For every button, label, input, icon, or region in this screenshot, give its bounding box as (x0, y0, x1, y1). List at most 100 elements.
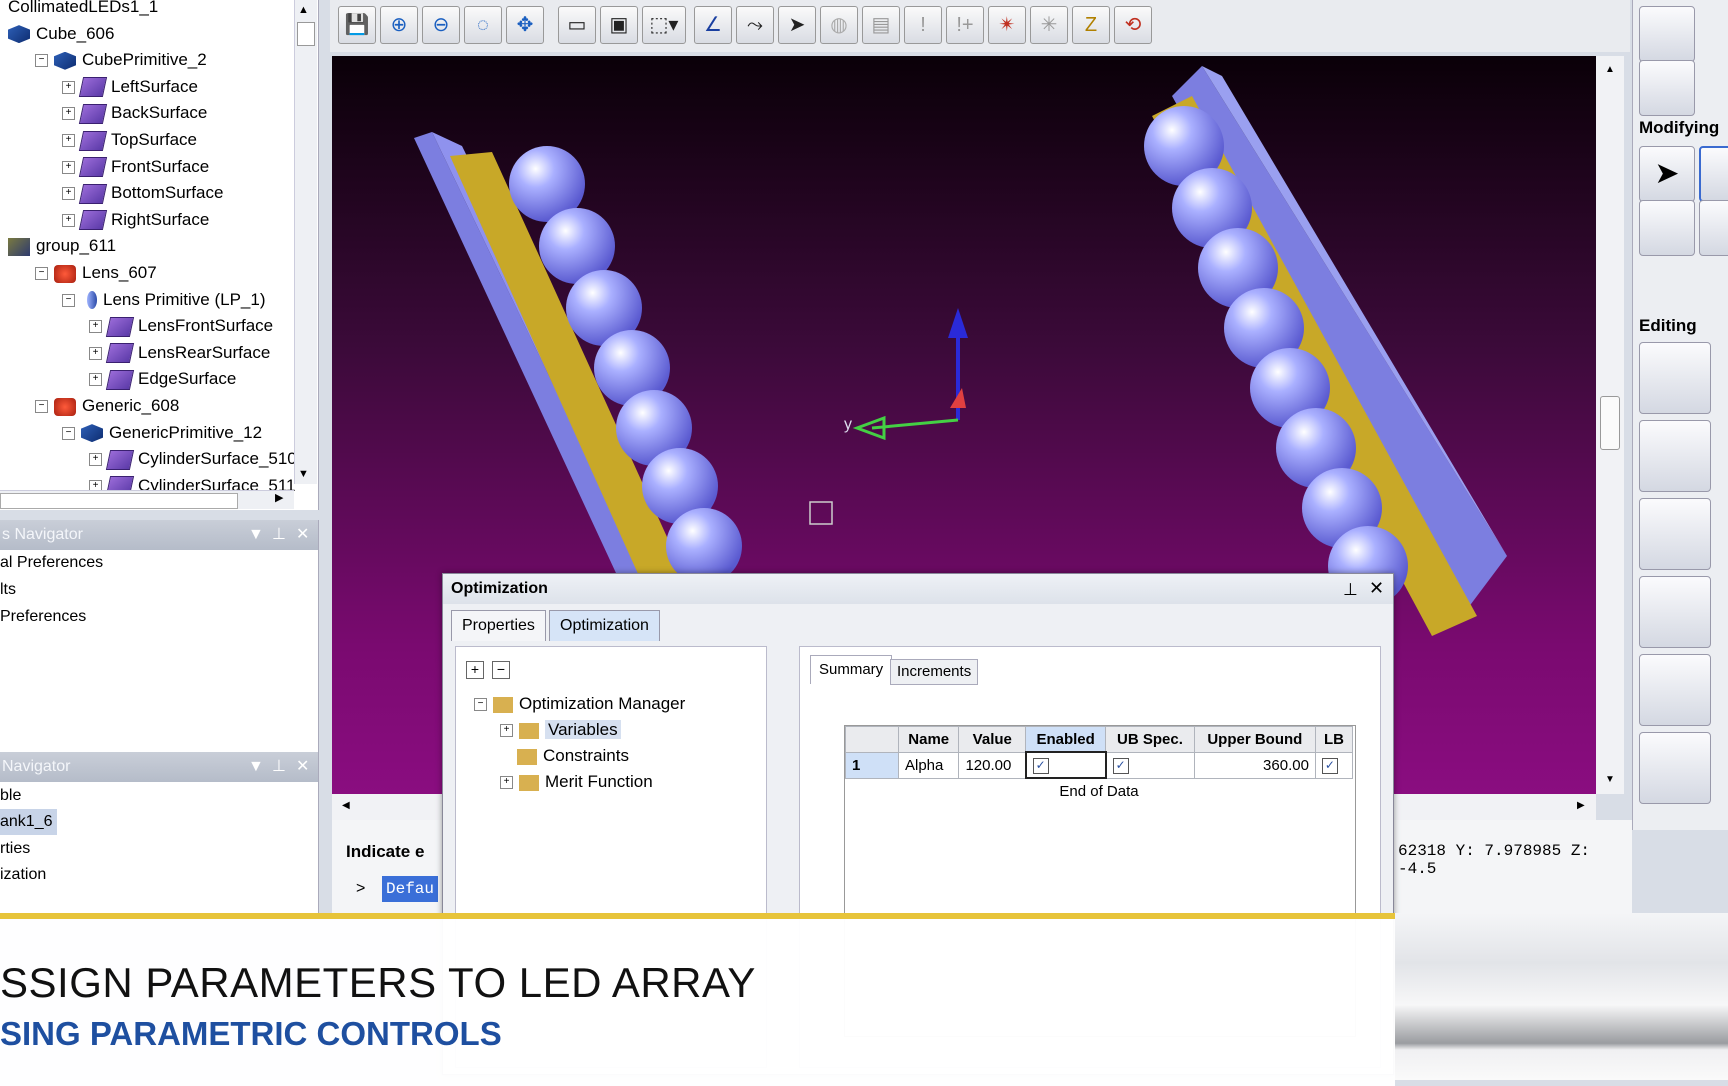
expand-icon[interactable]: + (62, 107, 75, 121)
cell-value[interactable]: 120.00 (958, 751, 1027, 779)
col-ub-spec-header[interactable]: UB Spec. (1105, 726, 1195, 753)
lens-tool-icon[interactable] (1639, 6, 1695, 62)
nav-item-selected[interactable]: ank1_6 (0, 809, 57, 835)
tree-item[interactable]: Cube_606 (8, 21, 114, 47)
tree-item[interactable]: + FrontSurface (62, 154, 209, 180)
pin-icon[interactable]: ⊥ (272, 752, 286, 782)
scroll-right-icon[interactable]: ▶ (275, 491, 283, 504)
merit-function-node[interactable]: + Merit Function (500, 769, 653, 795)
view-cube-dropdown-icon[interactable]: ⬚▾ (642, 6, 686, 44)
tree-item[interactable]: + RightSurface (62, 207, 209, 233)
tree-item[interactable]: − Lens_607 (35, 260, 157, 286)
pin-icon[interactable]: ⊥ (272, 520, 286, 550)
dropdown-icon[interactable]: ▼ (248, 520, 264, 550)
command-input[interactable]: Defau (382, 876, 439, 902)
collapse-icon[interactable]: − (35, 400, 48, 414)
tree-item[interactable]: − Lens Primitive (LP_1) (62, 287, 266, 313)
lb-checkbox[interactable]: ✓ (1321, 758, 1338, 774)
edit-tilt-icon[interactable] (1639, 576, 1711, 648)
save-icon[interactable]: 💾 (338, 6, 376, 44)
row-index[interactable]: 1 (845, 751, 899, 779)
ub-spec-checkbox[interactable]: ✓ (1112, 758, 1129, 774)
tree-item[interactable]: group_611 (8, 233, 116, 259)
scroll-thumb[interactable] (297, 22, 315, 46)
starburst-icon[interactable]: ✳ (1030, 6, 1068, 44)
pin-icon[interactable]: ⊥ (1343, 580, 1358, 600)
tab-optimization[interactable]: Optimization (549, 610, 660, 641)
expand-icon[interactable]: + (89, 373, 102, 387)
collapse-all-button[interactable]: − (492, 661, 510, 679)
select-arrow-icon[interactable]: ➤ (778, 6, 816, 44)
files-nav-item[interactable]: lts (0, 577, 16, 603)
lens-shape-icon[interactable] (1699, 200, 1728, 256)
expand-icon[interactable]: + (500, 724, 513, 738)
binoculars-tool-icon[interactable] (1639, 60, 1695, 116)
col-value-header[interactable]: Value (958, 726, 1027, 753)
constraints-node[interactable]: Constraints (517, 743, 629, 769)
collapse-icon[interactable]: − (62, 293, 75, 307)
scroll-thumb[interactable] (1600, 396, 1620, 450)
alert-icon[interactable]: ! (904, 6, 942, 44)
ray-burst-icon[interactable]: ✴ (988, 6, 1026, 44)
cell-ub-spec[interactable]: ✓ (1105, 751, 1195, 779)
view-4-icon[interactable]: ▣ (600, 6, 638, 44)
zoom-window-icon[interactable]: ◌ (464, 6, 502, 44)
edit-lens-icon[interactable] (1639, 342, 1711, 414)
nav-item[interactable]: ization (0, 862, 46, 888)
tree-item[interactable]: + BackSurface (62, 100, 207, 126)
enabled-checkbox[interactable]: ✓ (1032, 758, 1049, 774)
collapse-icon[interactable]: − (62, 426, 75, 440)
zoom-out-icon[interactable]: ⊖ (422, 6, 460, 44)
tree-item[interactable]: + LensRearSurface (89, 340, 270, 366)
close-icon[interactable]: ✕ (1369, 578, 1384, 599)
cell-name[interactable]: Alpha (897, 751, 960, 779)
zoom-in-icon[interactable]: ⊕ (380, 6, 418, 44)
col-enabled-header[interactable]: Enabled (1025, 726, 1107, 753)
tree-item[interactable]: CollimatedLEDs1_1 (8, 0, 158, 20)
rotate-icon[interactable]: ⟲ (1114, 6, 1152, 44)
close-icon[interactable]: ✕ (296, 752, 309, 782)
alert-plus-icon[interactable]: !+ (946, 6, 984, 44)
viewport-vertical-scrollbar[interactable]: ▲ ▼ (1596, 56, 1624, 794)
tree-vertical-scrollbar[interactable]: ▲ ▼ (294, 0, 317, 484)
close-icon[interactable]: ✕ (296, 520, 309, 550)
edit-lens-2-icon[interactable] (1639, 420, 1711, 492)
subtab-summary[interactable]: Summary (810, 655, 893, 684)
primitives-icon[interactable] (1639, 200, 1695, 256)
select-arrow-icon[interactable]: ➤ (1639, 146, 1695, 202)
cell-upper-bound[interactable]: 360.00 (1193, 751, 1316, 779)
tree-item[interactable]: − GenericPrimitive_12 (62, 420, 262, 446)
expand-icon[interactable]: + (62, 187, 75, 201)
cell-enabled[interactable]: ✓ (1024, 751, 1107, 779)
scroll-right-icon[interactable]: ▶ (1577, 800, 1585, 811)
ray-trace-icon[interactable]: ⤳ (736, 6, 774, 44)
tree-horizontal-scrollbar[interactable]: ▶ (0, 490, 294, 509)
tree-item[interactable]: + LeftSurface (62, 74, 198, 100)
collapse-icon[interactable]: − (474, 698, 487, 712)
files-nav-item[interactable]: al Preferences (0, 550, 103, 576)
table-row[interactable]: 1 Alpha 120.00 ✓ ✓ 360.00 ✓ (845, 751, 1354, 779)
expand-icon[interactable]: + (62, 213, 75, 227)
files-nav-item[interactable]: Preferences (0, 604, 86, 630)
scroll-up-icon[interactable]: ▲ (298, 4, 309, 16)
collapse-icon[interactable]: − (35, 54, 48, 68)
nav-item[interactable]: rties (0, 836, 30, 862)
tab-properties[interactable]: Properties (451, 610, 546, 641)
expand-icon[interactable]: + (89, 453, 102, 467)
tree-item[interactable]: − Generic_608 (35, 393, 179, 419)
expand-icon[interactable]: + (62, 80, 75, 94)
zoom-fit-icon[interactable]: ✥ (506, 6, 544, 44)
col-lb-header[interactable]: LB (1314, 726, 1354, 753)
h-scroll-thumb[interactable] (0, 493, 238, 509)
expand-icon[interactable]: + (89, 320, 102, 334)
expand-icon[interactable]: + (62, 160, 75, 174)
tree-item[interactable]: + LensFrontSurface (89, 313, 273, 339)
tree-item[interactable]: − CubePrimitive_2 (35, 47, 207, 73)
variables-node[interactable]: + Variables (500, 717, 621, 743)
nav-item[interactable]: ble (0, 783, 21, 809)
scroll-left-icon[interactable]: ◀ (342, 800, 350, 811)
edit-rotate-icon[interactable] (1639, 498, 1711, 570)
tree-item[interactable]: + CylinderSurface_510 (89, 446, 297, 472)
edit-grid-icon[interactable] (1639, 732, 1711, 804)
col-upper-bound-header[interactable]: Upper Bound (1193, 726, 1316, 753)
